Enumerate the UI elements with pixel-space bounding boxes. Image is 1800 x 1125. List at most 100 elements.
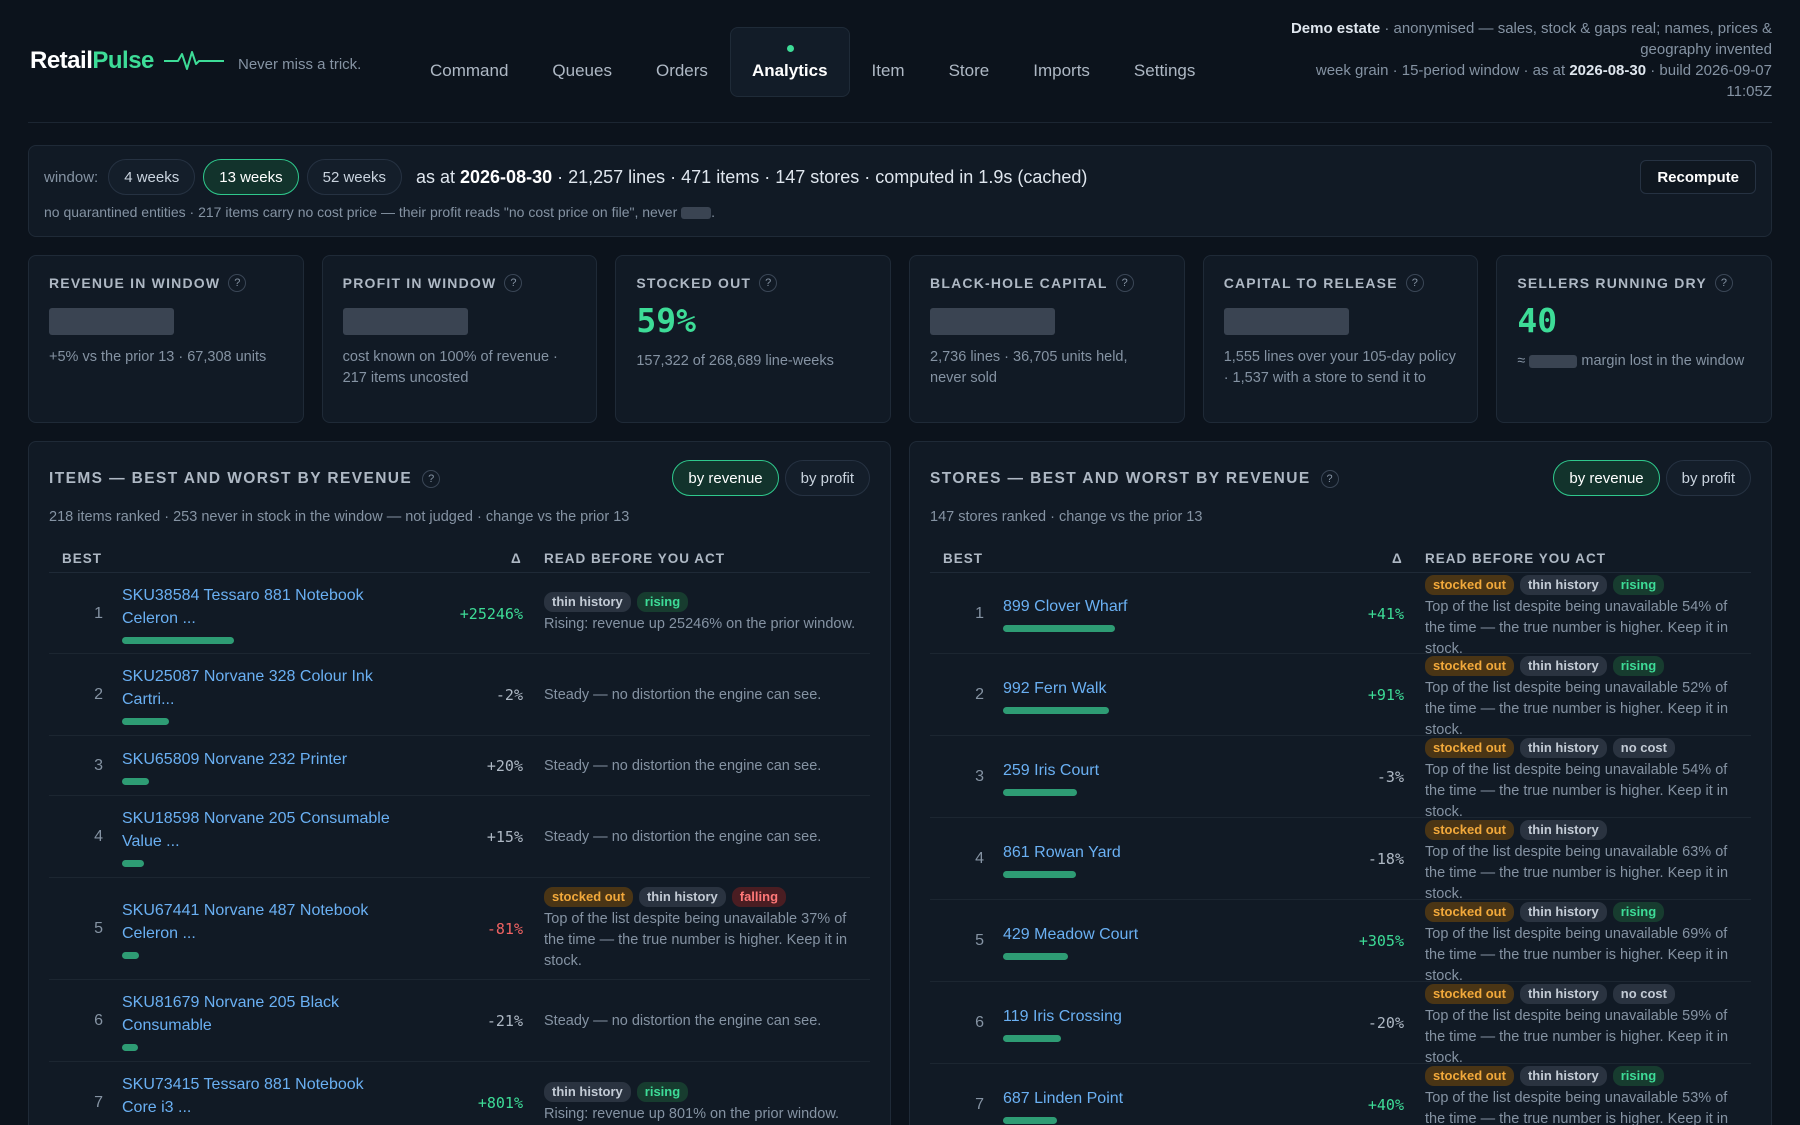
table-row[interactable]: 7 687 Linden Point +40% stocked out thin his… — [930, 1064, 1751, 1125]
revenue-bar — [122, 952, 139, 959]
table-row[interactable]: 2 992 Fern Walk +91% stocked out thin histor… — [930, 654, 1751, 738]
row-read: Steady — no distortion the engine can se… — [544, 756, 860, 777]
row-name-link[interactable]: SKU65809 Norvane 232 Printer — [122, 748, 402, 785]
stores-panel-subtitle: 147 stores ranked · change vs the prior … — [930, 509, 1203, 525]
help-icon[interactable]: ? — [228, 274, 247, 292]
help-icon[interactable]: ? — [1405, 274, 1424, 292]
row-delta: -3% — [1376, 768, 1404, 786]
tag-badge: rising — [1612, 902, 1665, 922]
table-row[interactable]: 5 SKU67441 Norvane 487 Notebook Celeron .… — [49, 878, 870, 980]
table-row[interactable]: 4 SKU18598 Norvane 205 Consumable Value .… — [49, 796, 870, 878]
tab-orders[interactable]: Orders — [634, 27, 730, 97]
table-row[interactable]: 1 SKU38584 Tessaro 881 Notebook Celeron .… — [49, 573, 870, 654]
recompute-button[interactable]: Recompute — [1640, 160, 1756, 194]
tag-badge: stocked out — [1425, 575, 1514, 595]
window-option-52-weeks[interactable]: 52 weeks — [306, 159, 402, 195]
tab-imports[interactable]: Imports — [1011, 27, 1112, 97]
table-row[interactable]: 6 SKU81679 Norvane 205 Black Consumable -2… — [49, 980, 870, 1062]
kpi-title: CAPITAL TO RELEASE? — [1224, 274, 1458, 292]
row-name-link[interactable]: 992 Fern Walk — [1003, 677, 1283, 714]
window-option-13-weeks[interactable]: 13 weeks — [203, 159, 299, 195]
row-name-link[interactable]: SKU81679 Norvane 205 Black Consumable — [122, 991, 402, 1051]
row-name-link[interactable]: 899 Clover Wharf — [1003, 595, 1283, 632]
row-name-link[interactable]: SKU18598 Norvane 205 Consumable Value ..… — [122, 807, 402, 867]
row-name-link[interactable]: SKU67441 Norvane 487 Notebook Celeron ..… — [122, 899, 402, 959]
tag-badge: thin history — [1519, 820, 1607, 840]
table-row[interactable]: 1 899 Clover Wharf +41% stocked out thin his… — [930, 573, 1751, 657]
help-icon[interactable]: ? — [759, 274, 778, 292]
row-name-link[interactable]: SKU25087 Norvane 328 Colour Ink Cartri..… — [122, 665, 402, 725]
tab-store[interactable]: Store — [927, 27, 1012, 97]
window-option-4-weeks[interactable]: 4 weeks — [108, 159, 196, 195]
kpi-title: STOCKED OUT? — [636, 274, 870, 292]
tab-queues[interactable]: Queues — [530, 27, 634, 97]
kpi-title-text: CAPITAL TO RELEASE — [1223, 275, 1398, 291]
stores-by-profit-button[interactable]: by profit — [1665, 460, 1751, 496]
row-tags: stocked out thin history — [1425, 820, 1741, 840]
estate-meta: Demo estate · anonymised — sales, stock … — [1290, 20, 1772, 100]
row-read: stocked out thin history no cost Top of the… — [1425, 738, 1741, 823]
row-rank: 7 — [975, 1096, 984, 1113]
help-icon[interactable]: ? — [422, 470, 441, 488]
revenue-bar — [1003, 1116, 1057, 1124]
revenue-bar — [1003, 788, 1077, 796]
row-name: 119 Iris Crossing — [1003, 1007, 1122, 1025]
window-options: 4 weeks 13 weeks 52 weeks — [108, 159, 402, 195]
row-name: 899 Clover Wharf — [1003, 598, 1128, 615]
row-name-link[interactable]: SKU73415 Tessaro 881 Notebook Core i3 ..… — [122, 1073, 402, 1125]
row-read: stocked out thin history falling Top of the… — [544, 886, 860, 972]
kpi-subtext: 2,736 lines · 36,705 units held, never s… — [930, 347, 1164, 389]
kpi-title: BLACK-HOLE CAPITAL? — [930, 274, 1164, 292]
row-name-link[interactable]: 861 Rowan Yard — [1003, 841, 1283, 878]
help-icon[interactable]: ? — [1115, 274, 1134, 292]
row-name-link[interactable]: SKU38584 Tessaro 881 Notebook Celeron ..… — [122, 584, 402, 644]
tag-badge: no cost — [1612, 984, 1675, 1004]
window-bar: window: 4 weeks 13 weeks 52 weeks as at 20… — [28, 145, 1772, 237]
kpi-title-text: REVENUE IN WINDOW — [49, 275, 221, 291]
table-row[interactable]: 6 119 Iris Crossing -20% stocked out thin hi… — [930, 982, 1751, 1066]
stores-table-body: 1 899 Clover Wharf +41% stocked out thin his… — [930, 573, 1751, 1125]
brand-logo[interactable]: RetailPulse — [30, 47, 224, 75]
brand-name: RetailPulse — [30, 47, 154, 74]
kpi-subtext: ≈ margin lost in the window — [1517, 351, 1751, 372]
tab-item[interactable]: Item — [850, 27, 927, 97]
tag-badge: thin history — [1519, 738, 1607, 758]
table-row[interactable]: 2 SKU25087 Norvane 328 Colour Ink Cartri.… — [49, 654, 870, 736]
help-icon[interactable]: ? — [1320, 470, 1339, 488]
row-tags: stocked out thin history rising — [1425, 1066, 1741, 1086]
app-header: RetailPulse Never miss a trick. Command Q… — [28, 0, 1772, 123]
kpi-title-text: BLACK-HOLE CAPITAL — [930, 275, 1108, 291]
help-icon[interactable]: ? — [1714, 274, 1733, 292]
row-rank: 7 — [94, 1094, 103, 1111]
redacted-value — [681, 207, 712, 220]
row-delta: +305% — [1358, 932, 1404, 950]
tab-command[interactable]: Command — [408, 27, 530, 97]
table-row[interactable]: 3 SKU65809 Norvane 232 Printer +20% Steady … — [49, 736, 870, 796]
row-name-link[interactable]: 259 Iris Court — [1003, 759, 1283, 796]
stores-panel-title: STORES — BEST AND WORST BY REVENUE? — [930, 470, 1339, 488]
items-by-profit-button[interactable]: by profit — [784, 460, 870, 496]
help-icon[interactable]: ? — [504, 274, 523, 292]
redacted-value — [49, 308, 174, 335]
revenue-bar — [122, 718, 169, 725]
row-name: SKU67441 Norvane 487 Notebook Celeron ..… — [122, 902, 369, 942]
row-name-link[interactable]: 119 Iris Crossing — [1003, 1005, 1283, 1042]
tab-settings[interactable]: Settings — [1112, 27, 1217, 97]
row-name-link[interactable]: 429 Meadow Court — [1003, 923, 1283, 960]
table-row[interactable]: 4 861 Rowan Yard -18% stocked out thin histo… — [930, 818, 1751, 902]
stores-by-revenue-button[interactable]: by revenue — [1553, 460, 1660, 496]
tab-analytics[interactable]: Analytics — [729, 27, 850, 97]
col-best: BEST — [943, 551, 984, 566]
table-row[interactable]: 3 259 Iris Court -3% stocked out thin histor… — [930, 736, 1751, 820]
row-name-link[interactable]: 687 Linden Point — [1003, 1087, 1283, 1124]
row-read-text: Top of the list despite being unavailabl… — [1425, 844, 1729, 902]
revenue-bar — [1003, 952, 1068, 960]
table-row[interactable]: 7 SKU73415 Tessaro 881 Notebook Core i3 .… — [49, 1062, 870, 1125]
kpi-title: SELLERS RUNNING DRY? — [1517, 274, 1751, 292]
row-rank: 5 — [975, 932, 984, 949]
row-read-text: Top of the list despite being unavailabl… — [1425, 1090, 1729, 1125]
table-row[interactable]: 5 429 Meadow Court +305% stocked out thin hi… — [930, 900, 1751, 984]
col-best: BEST — [62, 551, 103, 566]
items-by-revenue-button[interactable]: by revenue — [672, 460, 779, 496]
tag-badge: stocked out — [544, 886, 633, 907]
